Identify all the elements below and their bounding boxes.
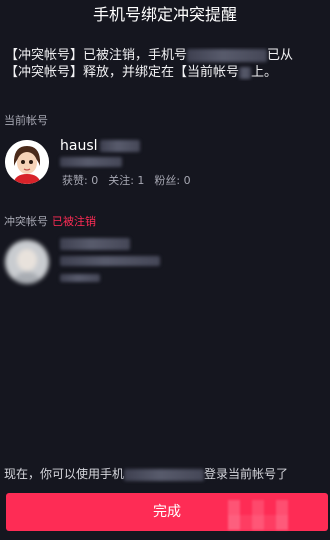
phone-conflict-screen: 手机号绑定冲突提醒 【冲突帐号】已被注销，手机号 已从 【冲突帐号】释放，并绑定在… [0,0,330,540]
footer-text-start: 现在，你可以使用手机 [4,467,125,481]
current-account-label: 当前帐号 [4,114,48,127]
redacted-conflict-username [60,238,130,250]
conflict-account-title: 冲突帐号 [4,215,48,228]
conflict-notice: 【冲突帐号】已被注销，手机号 已从 【冲突帐号】释放，并绑定在【当前帐号 上。 [5,47,327,81]
conflict-account-label: 冲突帐号 已被注销 [4,213,96,229]
notice-line-1: 【冲突帐号】已被注销，手机号 已从 [5,47,327,64]
page-title: 手机号绑定冲突提醒 [92,5,237,24]
footer-instruction: 现在，你可以使用手机 登录当前帐号了 [4,465,288,482]
redacted-phone-number [187,49,268,62]
redacted-conflict-id [60,256,160,266]
likes-count: 获赞: 0 [62,174,99,187]
notice-text-1-end: 已从 [267,48,294,63]
following-count: 关注: 1 [108,174,145,187]
username-visible-part: hausl [60,138,98,154]
redacted-bracket [239,66,252,79]
footer-text-end: 登录当前帐号了 [204,467,289,481]
notice-line-2: 【冲突帐号】释放，并绑定在【当前帐号 上。 [5,64,327,81]
current-account-avatar [5,140,49,184]
notice-text-1: 【冲突帐号】已被注销，手机号 [5,48,188,63]
conflict-status-badge: 已被注销 [52,215,96,228]
cartoon-avatar-icon [5,140,49,184]
redacted-username [99,140,140,152]
blurred-avatar-icon [5,240,49,284]
redacted-conflict-stats [60,274,100,282]
current-account-username: hausl [60,138,140,154]
watermark-mosaic [228,500,288,530]
redacted-footer-phone [124,468,205,481]
fans-count: 粉丝: 0 [154,174,191,187]
conflict-account-avatar [5,240,49,284]
current-account-stats: 获赞: 0 关注: 1 粉丝: 0 [62,172,201,188]
notice-text-2-end: 上。 [251,65,278,80]
redacted-user-id [60,157,122,167]
notice-text-2: 【冲突帐号】释放，并绑定在【当前帐号 [5,65,240,80]
